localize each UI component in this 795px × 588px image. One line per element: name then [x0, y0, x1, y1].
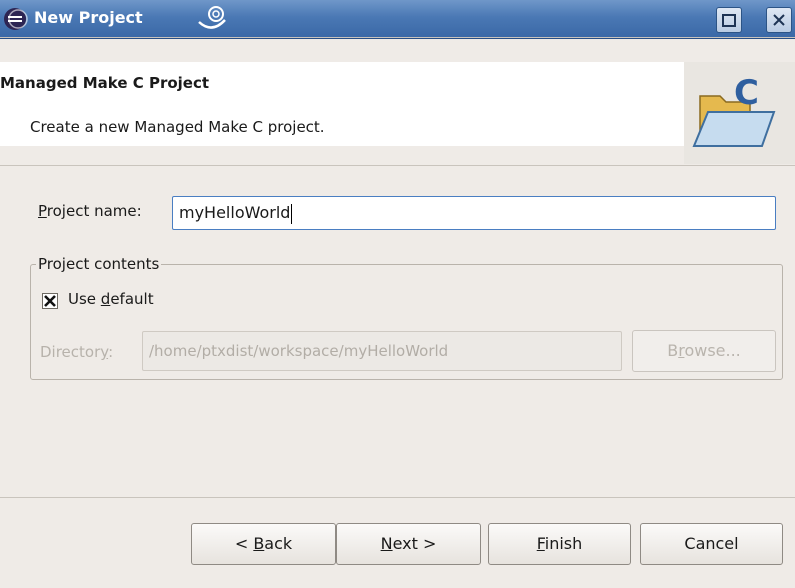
wizard-page-title: Managed Make C Project [0, 74, 210, 92]
wizard-page-description: Create a new Managed Make C project. [30, 118, 325, 136]
finish-button[interactable]: Finish [488, 523, 631, 565]
close-button[interactable] [766, 7, 792, 33]
c-folder-icon: C [692, 73, 776, 147]
checkmark-icon [44, 295, 56, 307]
directory-input: /home/ptxdist/workspace/myHelloWorld [142, 331, 622, 371]
window-title: New Project [34, 8, 143, 27]
divider [0, 165, 795, 166]
back-button[interactable]: < Back [191, 523, 336, 565]
title-bar[interactable]: New Project [0, 0, 795, 39]
close-icon [773, 14, 785, 26]
maximize-button[interactable] [716, 7, 742, 33]
desktop-swirl-icon [198, 6, 226, 29]
text-caret [291, 203, 293, 224]
next-button[interactable]: Next > [336, 523, 481, 565]
cancel-button[interactable]: Cancel [640, 523, 783, 565]
project-contents-title: Project contents [36, 255, 162, 273]
maximize-icon [722, 14, 736, 27]
browse-button: Browse... [632, 330, 776, 372]
project-name-input[interactable]: myHelloWorld [172, 196, 776, 230]
banner-image: C [684, 62, 795, 164]
eclipse-icon [4, 8, 28, 30]
banner-strip [0, 146, 795, 164]
svg-text:C: C [734, 73, 759, 113]
divider [0, 37, 795, 38]
use-default-label[interactable]: Use default [68, 290, 154, 308]
project-name-label: Project name: [38, 202, 142, 220]
divider [0, 497, 795, 498]
use-default-checkbox[interactable] [42, 293, 58, 309]
directory-label: Directory: [40, 343, 114, 361]
